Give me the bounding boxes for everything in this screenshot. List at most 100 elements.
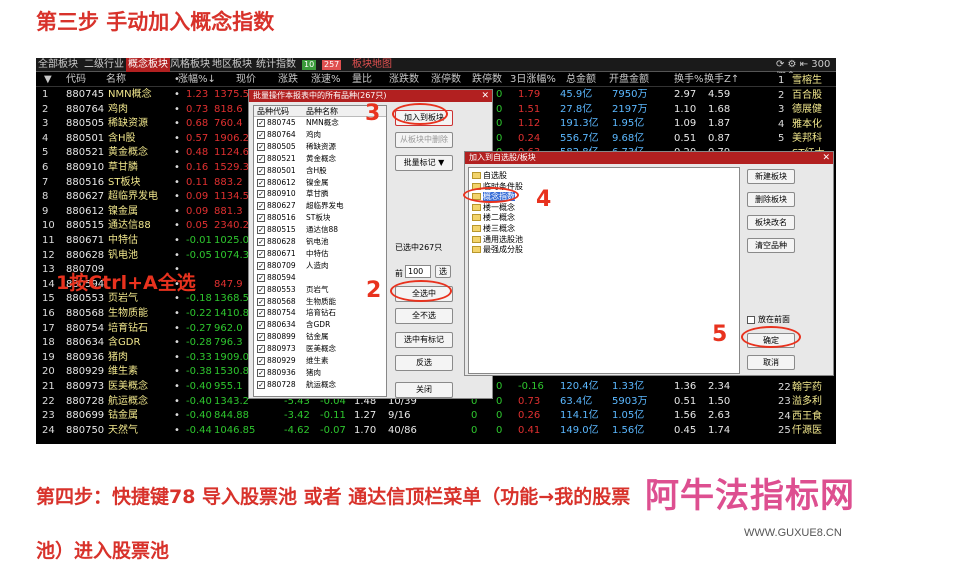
- checkbox[interactable]: ✓: [257, 119, 265, 127]
- step4-heading-cont: 池）进入股票池: [36, 540, 170, 562]
- list-item[interactable]: ✓ 880764 鸡肉: [254, 130, 384, 140]
- list-item[interactable]: ✓ 880627 超临界发电: [254, 201, 384, 211]
- close-button[interactable]: 关闭: [395, 382, 453, 398]
- select-marked-button[interactable]: 选中有标记: [395, 332, 453, 348]
- folder-item[interactable]: 自选股: [472, 171, 507, 182]
- tab-badge: 10: [302, 60, 317, 70]
- list-item[interactable]: ✓ 880899 钴金属: [254, 332, 384, 342]
- item-name: 稀缺资源: [306, 141, 336, 151]
- annotation-step1: 1按Ctrl+A全选: [56, 272, 196, 294]
- checkbox[interactable]: ✓: [257, 333, 265, 342]
- tab-4[interactable]: 地区板块: [210, 58, 254, 72]
- list-item-name: 仟源医: [792, 425, 822, 437]
- folder-item[interactable]: 楼二概念: [472, 213, 515, 224]
- list-item-index: 1: [778, 75, 785, 86]
- folder-icon: [472, 172, 481, 179]
- item-code: 880671: [267, 248, 296, 258]
- front-label: 前: [395, 269, 403, 278]
- clear-items-button[interactable]: 清空品种: [747, 238, 795, 253]
- tab-1[interactable]: 二级行业: [82, 58, 126, 72]
- item-code: 880521: [267, 153, 296, 163]
- list-item[interactable]: ✓ 880612 镍金属: [254, 178, 384, 188]
- checkbox[interactable]: ✓: [257, 142, 265, 151]
- item-code: 880910: [267, 189, 296, 199]
- item-name: 草甘膦: [306, 189, 329, 199]
- checkbox[interactable]: ✓: [257, 249, 265, 258]
- put-front-checkbox[interactable]: [747, 316, 755, 324]
- checkbox[interactable]: ✓: [257, 226, 265, 235]
- put-front-label: 放在前面: [758, 315, 790, 324]
- folder-item[interactable]: 最强成分股: [472, 245, 523, 256]
- list-item[interactable]: ✓ 880516 ST板块: [254, 213, 384, 223]
- front-select-button[interactable]: 选: [435, 265, 451, 278]
- tab-0[interactable]: 全部板块: [36, 58, 80, 72]
- checkbox[interactable]: ✓: [257, 368, 265, 377]
- close-icon[interactable]: ✕: [822, 152, 830, 164]
- checkbox[interactable]: ✓: [257, 309, 265, 318]
- batch-item-list[interactable]: 品种代码 品种名称 ✓ 880745 NMN概念 ✓ 880764 鸡肉 ✓ 880505 稀缺…: [253, 105, 387, 397]
- checkbox[interactable]: ✓: [257, 190, 265, 199]
- checkbox[interactable]: ✓: [257, 202, 265, 211]
- list-item[interactable]: ✓ 880910 草甘膦: [254, 189, 384, 199]
- checkbox[interactable]: ✓: [257, 154, 265, 163]
- watermark-logo: 阿牛法指标网: [645, 476, 855, 516]
- board-map-tab[interactable]: 板块地图: [350, 58, 394, 72]
- checkbox[interactable]: ✓: [257, 261, 265, 270]
- rename-board-button[interactable]: 板块改名: [747, 215, 795, 230]
- item-name: 医美概念: [306, 344, 336, 354]
- list-item[interactable]: 25 仟源医: [36, 424, 836, 439]
- list-item[interactable]: 24 西王食: [36, 410, 836, 425]
- delete-board-button[interactable]: 删除板块: [747, 192, 795, 207]
- checkbox[interactable]: ✓: [257, 214, 265, 223]
- list-item[interactable]: ✓ 880515 通达信88: [254, 225, 384, 235]
- invert-selection-button[interactable]: 反选: [395, 355, 453, 371]
- item-name: 培育钻石: [306, 308, 336, 318]
- checkbox[interactable]: ✓: [257, 345, 265, 354]
- folder-item[interactable]: 楼三概念: [472, 224, 515, 235]
- list-item[interactable]: ✓ 880754 培育钻石: [254, 308, 384, 318]
- item-code: 880515: [267, 225, 296, 235]
- tab-5[interactable]: 统计指数: [254, 58, 298, 72]
- list-item[interactable]: ✓ 880628 钒电池: [254, 237, 384, 247]
- folder-item[interactable]: 通用选股池: [472, 235, 523, 246]
- select-none-button[interactable]: 全不选: [395, 308, 453, 324]
- list-item[interactable]: ✓ 880709 人造肉: [254, 261, 384, 271]
- list-item[interactable]: ✓ 880521 黄金概念: [254, 154, 384, 164]
- batch-mark-dropdown[interactable]: 批量标记 ▼: [395, 155, 453, 171]
- remove-from-board-button[interactable]: 从板块中删除: [395, 132, 453, 148]
- tab-3[interactable]: 风格板块: [168, 58, 212, 72]
- checkbox[interactable]: ✓: [257, 297, 265, 306]
- list-item[interactable]: ✓ 880728 航运概念: [254, 380, 384, 390]
- new-board-button[interactable]: 新建板块: [747, 169, 795, 184]
- checkbox[interactable]: ✓: [257, 178, 265, 187]
- checkbox[interactable]: ✓: [257, 380, 265, 389]
- list-item[interactable]: ✓ 880568 生物质能: [254, 297, 384, 307]
- checkbox[interactable]: ✓: [257, 238, 265, 246]
- folder-label: 楼二概念: [483, 213, 515, 223]
- list-item[interactable]: 1 雪榕生: [36, 74, 836, 89]
- tab-2[interactable]: 概念板块: [126, 58, 170, 72]
- list-item[interactable]: ✓ 880929 维生素: [254, 356, 384, 366]
- list-item[interactable]: ✓ 880594: [254, 273, 384, 283]
- list-item[interactable]: ✓ 880634 含GDR: [254, 320, 384, 330]
- checkbox[interactable]: ✓: [257, 273, 265, 282]
- list-item[interactable]: ✓ 880501 含H股: [254, 166, 384, 176]
- close-icon[interactable]: ✕: [481, 90, 489, 102]
- list-item[interactable]: ✓ 880505 稀缺资源: [254, 142, 384, 152]
- checkbox[interactable]: ✓: [257, 166, 265, 175]
- list-item[interactable]: ✓ 880671 中特估: [254, 249, 384, 259]
- front-count-input[interactable]: 100: [405, 265, 431, 278]
- list-item[interactable]: ✓ 880936 猪肉: [254, 368, 384, 378]
- item-name: 猪肉: [306, 367, 321, 377]
- folder-label: 通用选股池: [483, 234, 523, 244]
- checkbox[interactable]: ✓: [257, 357, 265, 365]
- item-code: 880627: [267, 201, 296, 211]
- folder-item[interactable]: 楼一概念: [472, 203, 515, 214]
- checkbox[interactable]: ✓: [257, 285, 265, 294]
- checkbox[interactable]: ✓: [257, 321, 265, 330]
- cancel-button[interactable]: 取消: [747, 355, 795, 370]
- checkbox[interactable]: ✓: [257, 130, 265, 139]
- tab-badge: 257: [322, 60, 342, 70]
- list-item[interactable]: ✓ 880973 医美概念: [254, 344, 384, 354]
- list-item[interactable]: ✓ 880553 页岩气: [254, 285, 384, 295]
